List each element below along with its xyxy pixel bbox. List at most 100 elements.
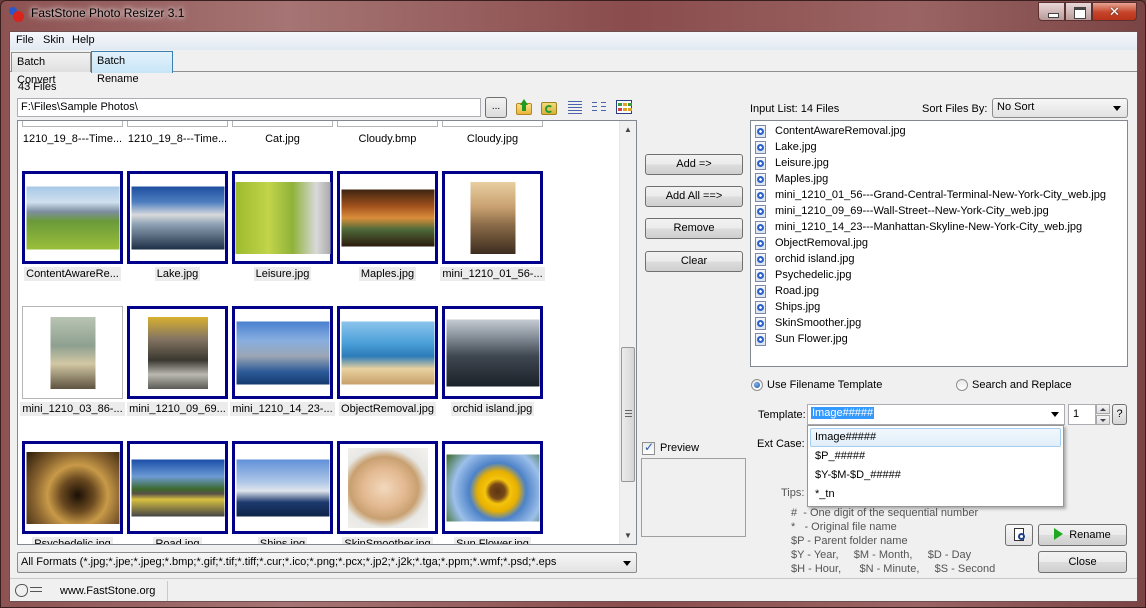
template-option[interactable]: *_tn (810, 485, 1061, 504)
thumbnail-frame-selected[interactable] (127, 306, 228, 399)
thumbnail-frame-selected[interactable] (127, 441, 228, 534)
search-replace-radio[interactable] (956, 379, 968, 391)
menu-file[interactable]: File (16, 34, 34, 46)
start-number-stepper[interactable] (1096, 404, 1110, 425)
thumbnail-frame-partial[interactable] (442, 121, 543, 127)
format-filter-select[interactable]: All Formats (*.jpg;*.jpe;*.jpeg;*.bmp;*.… (17, 552, 637, 573)
spin-up-icon[interactable] (1096, 404, 1110, 414)
image-file-icon (755, 285, 766, 298)
help-button[interactable]: ? (1112, 404, 1127, 425)
image-file-icon (755, 173, 766, 186)
thumbnail-item[interactable]: Maples.jpg (335, 171, 440, 304)
tab-batch-rename[interactable]: Batch Rename (91, 51, 173, 85)
thumbnail-frame-selected[interactable] (442, 441, 543, 534)
thumbnail-frame-selected[interactable] (442, 171, 543, 264)
thumbnail-frame-selected[interactable] (442, 306, 543, 399)
start-number-input[interactable]: 1 (1068, 404, 1096, 425)
thumbnail-frame[interactable] (22, 306, 123, 399)
preview-rename-button[interactable] (1005, 524, 1033, 546)
add-all-button[interactable]: Add All ==> (645, 186, 743, 207)
thumbnail-label: ObjectRemoval.jpg (339, 402, 436, 416)
thumbnail-caption: Road.jpg (125, 537, 230, 544)
thumbnail-item[interactable]: Sun Flower.jpg (440, 441, 545, 544)
scrollbar-thumb[interactable] (621, 347, 635, 482)
thumbnail-frame-selected[interactable] (337, 171, 438, 264)
chevron-down-icon (1051, 412, 1059, 417)
input-file-list[interactable]: ContentAwareRemoval.jpg Lake.jpg Leisure.j… (750, 120, 1128, 367)
rename-label: Rename (1069, 529, 1111, 541)
list-view-icon[interactable] (591, 99, 609, 116)
thumbnail-item[interactable]: mini_1210_14_23-... (230, 306, 335, 439)
thumbnail-item[interactable]: ObjectRemoval.jpg (335, 306, 440, 439)
thumbnail-item[interactable]: SkinSmoother.jpg (335, 441, 440, 544)
thumbnail-frame-partial[interactable] (337, 121, 438, 127)
thumbnail-item[interactable]: mini_1210_03_86-... (20, 306, 125, 439)
thumbnail-item[interactable]: Psychedelic.jpg (20, 441, 125, 544)
thumbnail-image (347, 447, 428, 528)
details-view-icon[interactable] (566, 99, 584, 116)
thumbnail-item[interactable]: ContentAwareRe... (20, 171, 125, 304)
scroll-down-icon[interactable]: ▼ (620, 527, 636, 544)
website-link[interactable]: www.FastStone.org (60, 585, 155, 597)
template-combobox[interactable]: Image##### (807, 404, 1065, 425)
menu-skin[interactable]: Skin (43, 34, 64, 46)
thumbnail-image (131, 186, 224, 249)
title-bar[interactable]: FastStone Photo Resizer 3.1 ✕ (1, 1, 1145, 29)
thumbnail-item[interactable]: mini_1210_09_69... (125, 306, 230, 439)
input-file-name: mini_1210_01_56---Grand-Central-Terminal… (775, 189, 1106, 201)
input-file-name: mini_1210_09_69---Wall-Street--New-York-… (775, 205, 1049, 217)
thumbnail-item[interactable]: Lake.jpg (125, 171, 230, 304)
thumbnail-item[interactable]: orchid island.jpg (440, 306, 545, 439)
thumbnail-item[interactable]: Leisure.jpg (230, 171, 335, 304)
folder-path-input[interactable]: F:\Files\Sample Photos\ (17, 98, 481, 117)
thumbnail-frame-selected[interactable] (337, 306, 438, 399)
thumbnail-caption: ContentAwareRe... (20, 267, 125, 281)
thumbnail-item[interactable]: Ships.jpg (230, 441, 335, 544)
thumbnail-frame-selected[interactable] (232, 306, 333, 399)
spin-down-icon[interactable] (1096, 415, 1110, 425)
thumbnail-frame-partial[interactable] (22, 121, 123, 127)
thumbnail-frame-partial[interactable] (127, 121, 228, 127)
thumbnail-item[interactable]: mini_1210_01_56-... (440, 171, 545, 304)
thumbnail-caption: Leisure.jpg (230, 267, 335, 281)
sort-files-select[interactable]: No Sort (992, 98, 1128, 118)
thumbnail-frame-selected[interactable] (22, 171, 123, 264)
folder-up-icon[interactable] (515, 99, 533, 116)
template-option[interactable]: Image##### (810, 428, 1061, 447)
template-option[interactable]: $P_##### (810, 447, 1061, 466)
maximize-button[interactable] (1065, 2, 1092, 21)
thumbnail-view-icon[interactable] (615, 99, 633, 116)
thumbnail-frame-selected[interactable] (232, 171, 333, 264)
thumbnail-frame-partial[interactable] (232, 121, 333, 127)
use-template-radio[interactable] (751, 379, 763, 391)
scroll-up-icon[interactable]: ▲ (620, 121, 636, 138)
thumbnail-label: Leisure.jpg (253, 267, 312, 281)
thumbnail-frame-selected[interactable] (337, 441, 438, 534)
minimize-button[interactable] (1038, 2, 1065, 21)
rename-button[interactable]: Rename (1038, 524, 1127, 546)
close-window-button[interactable]: ✕ (1092, 2, 1137, 21)
folder-refresh-icon[interactable] (540, 99, 558, 116)
thumbnail-browser[interactable]: 1210_19_8---Time... 1210_19_8---Time... Ca… (17, 120, 637, 545)
template-dropdown-list[interactable]: Image##### $P_##### $Y-$M-$D_##### *_tn (807, 425, 1064, 507)
thumbnail-frame-selected[interactable] (22, 441, 123, 534)
menu-help[interactable]: Help (72, 34, 95, 46)
thumbnail-scrollbar[interactable]: ▲ ▼ (619, 121, 636, 544)
tab-batch-convert[interactable]: Batch Convert (11, 52, 91, 86)
thumbnail-label: orchid island.jpg (450, 402, 535, 416)
browse-folder-button[interactable]: ... (485, 97, 507, 118)
preview-checkbox[interactable] (642, 440, 655, 455)
thumbnail-frame-selected[interactable] (232, 441, 333, 534)
thumbnail-label: Cloudy.jpg (466, 133, 519, 145)
close-button[interactable]: Close (1038, 551, 1127, 573)
thumbnail-label: Cloudy.bmp (358, 133, 417, 145)
remove-button[interactable]: Remove (645, 218, 743, 239)
thumbnail-item[interactable]: Road.jpg (125, 441, 230, 544)
add-button[interactable]: Add => (645, 154, 743, 175)
thumbnail-frame-selected[interactable] (127, 171, 228, 264)
app-window: FastStone Photo Resizer 3.1 ✕ File Skin … (0, 0, 1146, 608)
thumbnail-label: mini_1210_03_86-... (20, 402, 125, 416)
template-option[interactable]: $Y-$M-$D_##### (810, 466, 1061, 485)
clear-button[interactable]: Clear (645, 251, 743, 272)
window-title: FastStone Photo Resizer 3.1 (31, 6, 185, 20)
